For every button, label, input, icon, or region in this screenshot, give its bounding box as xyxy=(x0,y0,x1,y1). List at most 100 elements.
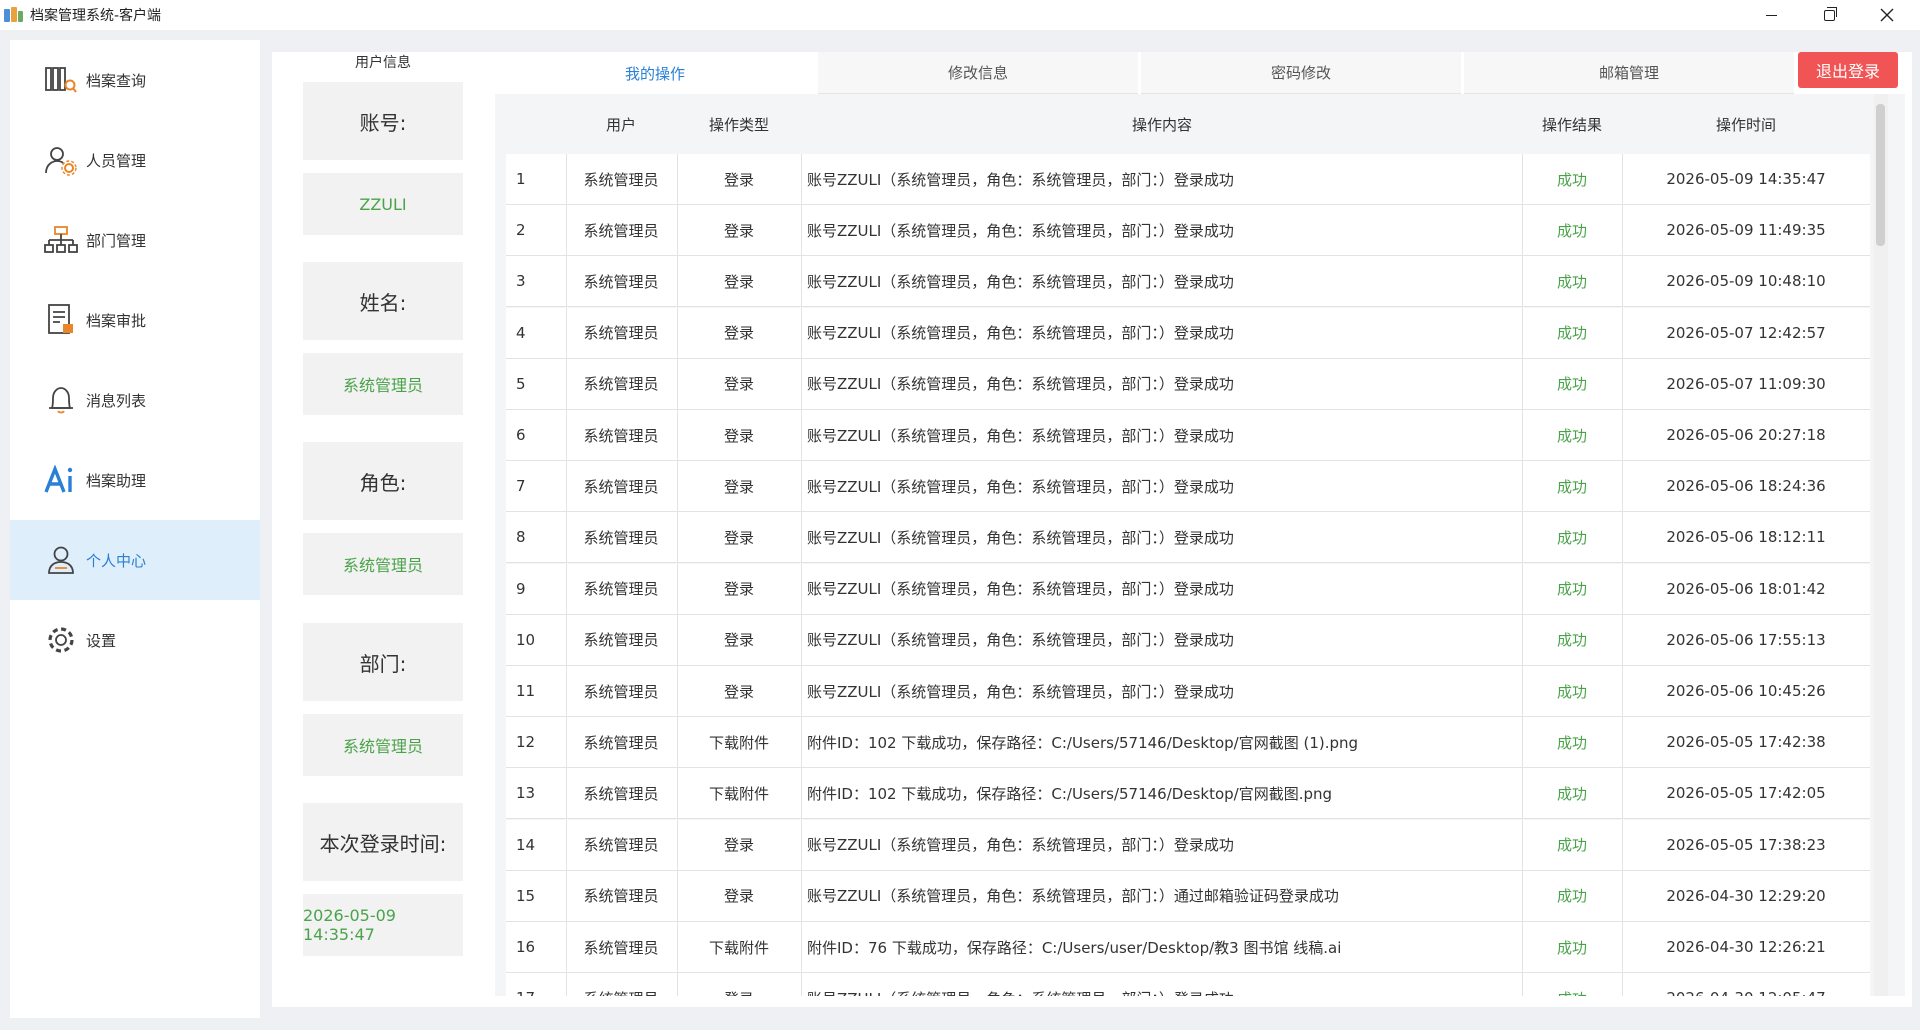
cell-user: 系统管理员 xyxy=(583,477,659,496)
cell-operation-time: 2026-05-07 11:09:30 xyxy=(1666,374,1826,393)
cell-operation-type: 登录 xyxy=(723,170,754,189)
sidebar-item-personal-center[interactable]: 个人中心 xyxy=(10,520,260,600)
table-row[interactable]: 16 系统管理员 下载附件 附件ID：76 下载成功，保存路径：C:/Users/us… xyxy=(506,922,1870,973)
table-row[interactable]: 17系统管理员登录账号ZZULI（系统管理员，角色：系统管理员，部门：）登录成功… xyxy=(506,973,1870,996)
table-header: 用户 操作类型 操作内容 操作结果 操作时间 xyxy=(495,94,1870,154)
cell-operation-content: 账号ZZULI（系统管理员，角色：系统管理员，部门：）登录成功 xyxy=(807,170,1234,189)
logout-button[interactable]: 退出登录 xyxy=(1798,52,1898,88)
name-label-box: 姓名: xyxy=(303,262,463,340)
sidebar-item-archive-approval[interactable]: 档案审批 xyxy=(10,280,260,360)
table-row[interactable]: 4 系统管理员 登录 账号ZZULI（系统管理员，角色：系统管理员，部门：）登录成功 成… xyxy=(506,307,1870,359)
cell-operation-result: 成功 xyxy=(1556,221,1587,240)
cell-operation-content: 附件ID：102 下载成功，保存路径：C:/Users/57146/Deskto… xyxy=(807,784,1333,803)
cell-operation-content: 账号ZZULI（系统管理员，角色：系统管理员，部门：）登录成功 xyxy=(807,528,1234,547)
user-icon xyxy=(44,543,78,577)
cell-operation-time: 2026-05-05 17:42:38 xyxy=(1666,733,1826,752)
close-button[interactable] xyxy=(1858,0,1916,30)
login-time-label: 本次登录时间: xyxy=(319,831,447,856)
ai-icon xyxy=(44,463,78,497)
restore-button[interactable] xyxy=(1800,0,1858,30)
login-time-value-box: 2026-05-09 14:35:47 xyxy=(303,894,463,956)
cell-operation-time: 2026-05-06 18:12:11 xyxy=(1666,528,1826,547)
cell-operation-result: 成功 xyxy=(1556,324,1587,343)
column-header-operation-time[interactable]: 操作时间 xyxy=(1622,94,1870,154)
cell-operation-type: 登录 xyxy=(723,221,754,240)
sidebar-item-archive-search[interactable]: 档案查询 xyxy=(10,40,260,120)
table-row[interactable]: 1 系统管理员 登录 账号ZZULI（系统管理员，角色：系统管理员，部门：）登录成功 成… xyxy=(506,154,1870,205)
tab-my-operations[interactable]: 我的操作 xyxy=(495,52,815,94)
bell-icon xyxy=(44,383,78,417)
cell-index: 4 xyxy=(516,323,526,342)
table-row[interactable]: 11 系统管理员 登录 账号ZZULI（系统管理员，角色：系统管理员，部门：）登录成功… xyxy=(506,666,1870,717)
minimize-button[interactable] xyxy=(1742,0,1800,30)
table-row[interactable]: 10 系统管理员 登录 账号ZZULI（系统管理员，角色：系统管理员，部门：）登录成功… xyxy=(506,614,1870,666)
cell-operation-content: 账号ZZULI（系统管理员，角色：系统管理员，部门：）登录成功 xyxy=(807,682,1234,701)
cell-index: 1 xyxy=(516,170,526,188)
cell-operation-content: 账号ZZULI（系统管理员，角色：系统管理员，部门：）登录成功 xyxy=(807,631,1234,650)
cell-operation-content: 账号ZZULI（系统管理员，角色：系统管理员，部门：）登录成功 xyxy=(807,272,1234,291)
table-row[interactable]: 3 系统管理员 登录 账号ZZULI（系统管理员，角色：系统管理员，部门：）登录成功 成… xyxy=(506,256,1870,308)
table-row[interactable]: 7 系统管理员 登录 账号ZZULI（系统管理员，角色：系统管理员，部门：）登录成功 成… xyxy=(506,461,1870,513)
cell-user: 系统管理员 xyxy=(583,938,659,957)
org-chart-icon xyxy=(44,223,78,257)
table-row[interactable]: 14 系统管理员 登录 账号ZZULI（系统管理员，角色：系统管理员，部门：）登录成功… xyxy=(506,819,1870,871)
column-header-user[interactable]: 用户 xyxy=(566,94,676,154)
tab-email-management[interactable]: 邮箱管理 xyxy=(1464,52,1794,94)
cell-user: 系统管理员 xyxy=(583,580,659,599)
cell-operation-type: 登录 xyxy=(723,528,754,547)
cell-operation-type: 登录 xyxy=(723,682,754,701)
table-row[interactable]: 5 系统管理员 登录 账号ZZULI（系统管理员，角色：系统管理员，部门：）登录成功 成… xyxy=(506,358,1870,410)
cell-user: 系统管理员 xyxy=(583,375,659,394)
cell-operation-type: 登录 xyxy=(723,324,754,343)
table-row[interactable]: 6 系统管理员 登录 账号ZZULI（系统管理员，角色：系统管理员，部门：）登录成功 成… xyxy=(506,410,1870,461)
tab-change-password[interactable]: 密码修改 xyxy=(1141,52,1461,94)
cell-operation-time: 2026-04-30 12:05:47 xyxy=(1622,973,1870,996)
sidebar-item-department-management[interactable]: 部门管理 xyxy=(10,200,260,280)
cell-index: 6 xyxy=(516,426,526,444)
gear-icon xyxy=(44,623,78,657)
cell-operation-time: 2026-04-30 12:26:21 xyxy=(1666,938,1826,956)
cell-user: 系统管理员 xyxy=(583,682,659,701)
cell-index: 17 xyxy=(506,973,561,996)
sidebar-item-message-list[interactable]: 消息列表 xyxy=(10,360,260,440)
cell-operation-result: 成功 xyxy=(1556,784,1587,803)
cell-operation-type: 下载附件 xyxy=(708,784,769,803)
cell-index: 8 xyxy=(516,528,526,547)
cell-user: 系统管理员 xyxy=(566,973,676,996)
table-row[interactable]: 13 系统管理员 下载附件 附件ID：102 下载成功，保存路径：C:/Users/5… xyxy=(506,768,1870,820)
table-row[interactable]: 9 系统管理员 登录 账号ZZULI（系统管理员，角色：系统管理员，部门：）登录成功 成… xyxy=(506,563,1870,615)
login-time-label-box: 本次登录时间: xyxy=(303,803,463,881)
cell-operation-result: 成功 xyxy=(1556,426,1587,445)
account-label: 账号: xyxy=(359,110,407,135)
title-bar: 档案管理系统-客户端 xyxy=(0,0,1920,30)
cell-operation-result: 成功 xyxy=(1556,375,1587,394)
tab-modify-info[interactable]: 修改信息 xyxy=(818,52,1138,94)
cell-index: 13 xyxy=(516,784,536,803)
column-header-operation-type[interactable]: 操作类型 xyxy=(677,94,801,154)
column-header-operation-result[interactable]: 操作结果 xyxy=(1522,94,1622,154)
scrollbar-thumb[interactable] xyxy=(1876,104,1885,246)
table-row[interactable]: 15 系统管理员 登录 账号ZZULI（系统管理员，角色：系统管理员，部门：）通过邮箱… xyxy=(506,870,1870,922)
sidebar-item-settings[interactable]: 设置 xyxy=(10,600,260,680)
table-row[interactable]: 12 系统管理员 下载附件 附件ID：102 下载成功，保存路径：C:/Users/5… xyxy=(506,717,1870,769)
cell-operation-result: 成功 xyxy=(1556,272,1587,291)
table-row[interactable]: 8 系统管理员 登录 账号ZZULI（系统管理员，角色：系统管理员，部门：）登录成功 成… xyxy=(506,512,1870,564)
dept-label: 部门: xyxy=(359,651,407,676)
cell-user: 系统管理员 xyxy=(583,170,659,189)
cell-operation-result: 成功 xyxy=(1556,631,1587,650)
column-header-operation-content[interactable]: 操作内容 xyxy=(802,94,1522,154)
cell-operation-result: 成功 xyxy=(1556,887,1587,906)
sidebar-item-label: 设置 xyxy=(86,631,117,650)
cell-operation-content: 账号ZZULI（系统管理员，角色：系统管理员，部门：）登录成功 xyxy=(807,324,1234,343)
cell-operation-result: 成功 xyxy=(1522,973,1622,996)
sidebar-item-archive-assistant[interactable]: 档案助理 xyxy=(10,440,260,520)
sidebar-item-user-management[interactable]: 人员管理 xyxy=(10,120,260,200)
table-row[interactable]: 2 系统管理员 登录 账号ZZULI（系统管理员，角色：系统管理员，部门：）登录成功 成… xyxy=(506,205,1870,257)
archive-search-icon xyxy=(44,63,78,97)
cell-operation-content: 附件ID：102 下载成功，保存路径：C:/Users/57146/Deskto… xyxy=(807,733,1359,752)
cell-operation-content: 账号ZZULI（系统管理员，角色：系统管理员，部门：）登录成功 xyxy=(807,836,1234,855)
cell-operation-result: 成功 xyxy=(1556,528,1587,547)
sidebar-item-label: 档案审批 xyxy=(86,311,147,330)
cell-operation-content: 附件ID：76 下载成功，保存路径：C:/Users/user/Desktop/… xyxy=(807,938,1342,957)
cell-user: 系统管理员 xyxy=(583,324,659,343)
